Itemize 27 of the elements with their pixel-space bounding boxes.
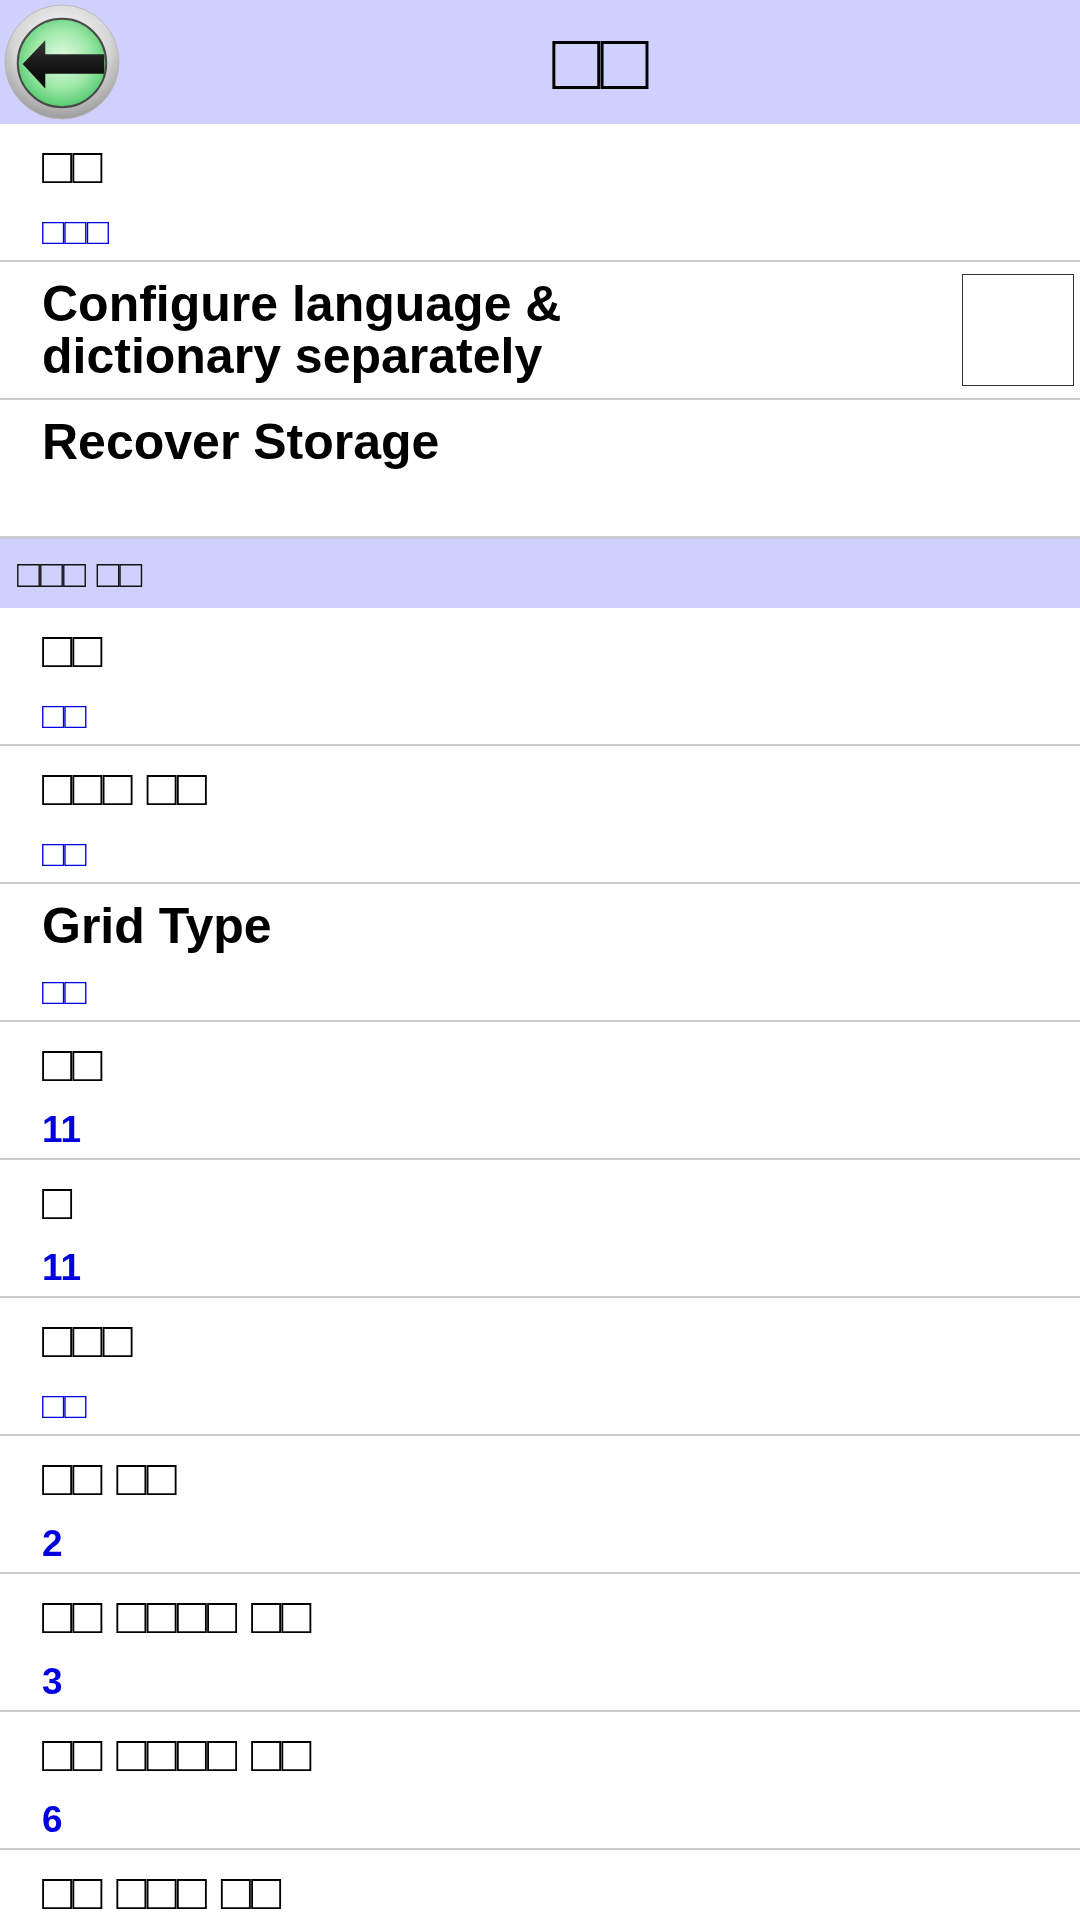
setting-value: 2 <box>42 1524 63 1564</box>
setting-value: □□ <box>42 972 87 1012</box>
back-button[interactable] <box>3 3 121 121</box>
screen-title: □□ <box>551 22 650 102</box>
category-header: □□□ □□ <box>0 538 1080 608</box>
setting-value: 6 <box>42 1800 63 1840</box>
setting-value: □□ <box>42 834 87 874</box>
setting-title: □□ □□□ □□ <box>42 1866 282 1918</box>
setting-title: □□ □□□□ □□ <box>42 1728 312 1780</box>
setting-title: Grid Type <box>42 900 272 952</box>
setting-value: □□ <box>42 1386 87 1426</box>
setting-value: 11 <box>42 1110 82 1150</box>
setting-title: □□ □□□□ □□ <box>42 1590 312 1642</box>
checkbox[interactable] <box>962 274 1074 386</box>
setting-title: □□ <box>42 624 103 676</box>
setting-title: Recover Storage <box>42 416 440 468</box>
setting-title: □□□ □□ <box>42 762 207 814</box>
setting-value: 11 <box>42 1248 82 1288</box>
setting-value: □□ <box>42 696 87 736</box>
setting-value: 3 <box>42 1662 63 1702</box>
setting-title: Configure language & dictionary separately <box>42 278 563 382</box>
setting-title: □□ <box>42 1038 103 1090</box>
setting-title: □□□ <box>42 1314 133 1366</box>
setting-value: □□□ <box>42 212 110 252</box>
setting-title: □□ <box>42 140 103 192</box>
setting-title: □ <box>42 1176 73 1228</box>
setting-title: □□ □□ <box>42 1452 177 1504</box>
